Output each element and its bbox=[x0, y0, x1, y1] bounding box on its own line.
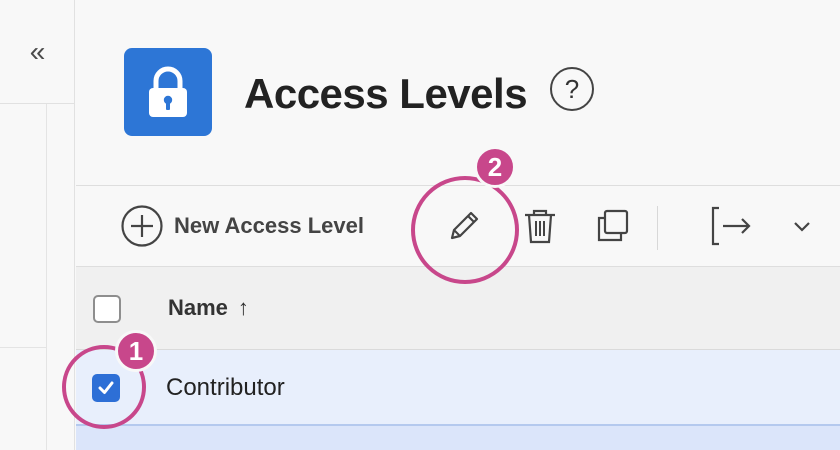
export-button[interactable] bbox=[708, 206, 756, 246]
collapse-sidebar-button[interactable]: « bbox=[0, 0, 75, 104]
table-header: Name ↑ bbox=[76, 267, 840, 350]
row-checkbox[interactable] bbox=[92, 374, 120, 402]
help-button[interactable]: ? bbox=[550, 67, 594, 111]
duplicate-button[interactable] bbox=[593, 206, 633, 246]
delete-button[interactable] bbox=[520, 206, 560, 246]
pencil-icon bbox=[450, 211, 479, 240]
callout-number: 1 bbox=[128, 335, 144, 366]
duplicate-icon bbox=[597, 209, 629, 242]
page-title: Access Levels bbox=[244, 70, 528, 117]
table-row[interactable] bbox=[76, 426, 840, 450]
toolbar-divider bbox=[657, 206, 658, 250]
new-access-level-label: New Access Level bbox=[174, 213, 364, 238]
more-actions-dropdown[interactable] bbox=[782, 206, 822, 246]
sort-ascending-icon: ↑ bbox=[237, 295, 249, 320]
callout-badge: 2 bbox=[474, 146, 516, 188]
column-header-name[interactable]: Name ↑ bbox=[168, 295, 249, 321]
callout-badge: 1 bbox=[115, 330, 157, 372]
left-rail: « bbox=[0, 0, 75, 450]
page-header: Access Levels ? bbox=[76, 0, 840, 185]
double-chevron-left-icon: « bbox=[29, 35, 46, 67]
rail-divider bbox=[0, 347, 46, 348]
edit-button[interactable] bbox=[444, 206, 484, 246]
toolbar: New Access Level bbox=[76, 185, 840, 267]
row-name: Contributor bbox=[166, 374, 285, 401]
plus-circle-icon bbox=[121, 205, 163, 247]
app-tile bbox=[124, 48, 212, 136]
callout-number: 2 bbox=[487, 151, 503, 182]
lock-icon bbox=[149, 66, 187, 117]
export-icon bbox=[711, 206, 751, 246]
select-all-checkbox[interactable] bbox=[93, 295, 121, 323]
column-header-label: Name bbox=[168, 295, 228, 320]
checkmark-icon bbox=[98, 381, 114, 394]
trash-icon bbox=[525, 209, 555, 244]
chevron-down-icon bbox=[794, 222, 810, 232]
question-mark-icon: ? bbox=[564, 73, 580, 104]
new-access-level-button[interactable]: New Access Level bbox=[120, 204, 364, 248]
rail-divider bbox=[46, 104, 47, 450]
table-row[interactable]: Contributor bbox=[76, 350, 840, 426]
